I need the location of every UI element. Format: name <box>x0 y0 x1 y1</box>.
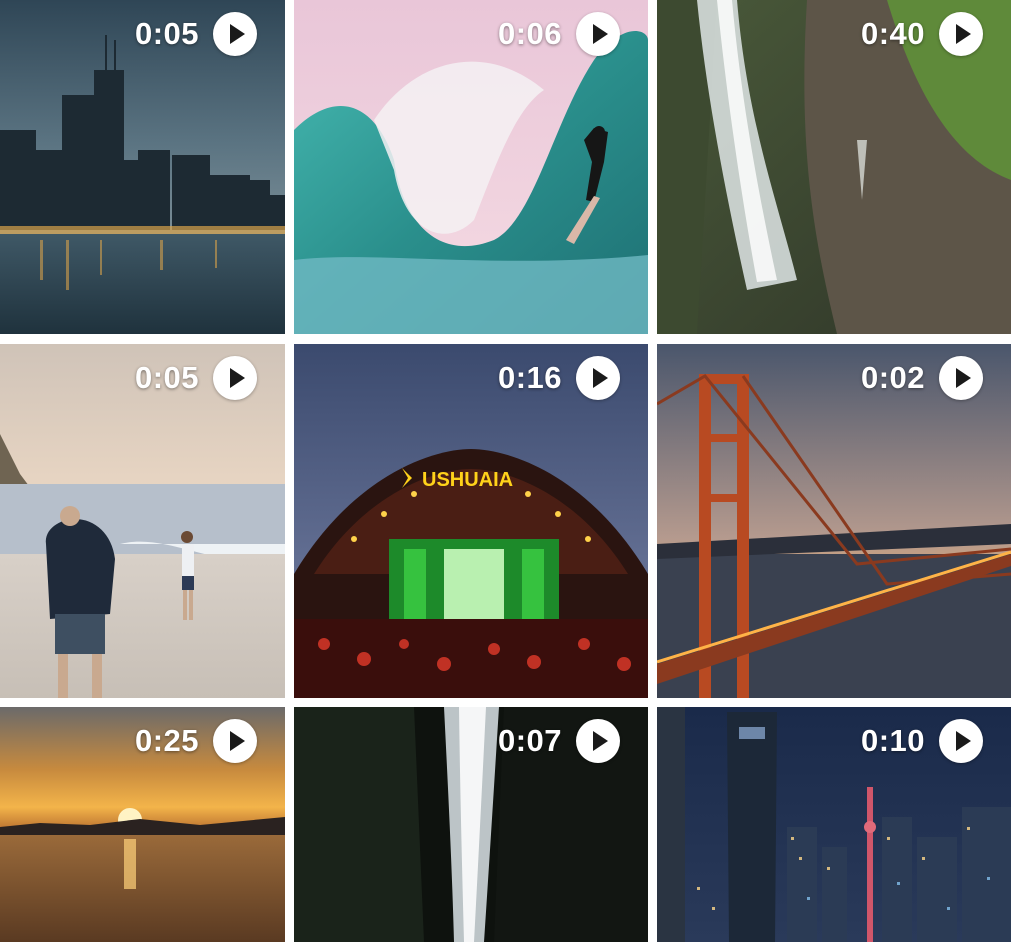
play-icon[interactable] <box>939 719 983 763</box>
video-thumbnail-4[interactable]: 0:05 <box>0 344 285 698</box>
play-icon[interactable] <box>939 356 983 400</box>
stage-sign: USHUAIA <box>422 469 513 491</box>
play-icon[interactable] <box>576 356 620 400</box>
video-overlay: 0:16 <box>498 356 620 400</box>
play-icon[interactable] <box>939 12 983 56</box>
video-duration: 0:06 <box>497 16 562 51</box>
video-thumbnail-6[interactable]: 0:02 <box>657 344 1011 698</box>
video-duration: 0:05 <box>134 360 199 395</box>
video-duration: 0:16 <box>497 360 562 395</box>
video-duration: 0:05 <box>134 16 199 51</box>
video-overlay: 0:06 <box>498 12 620 56</box>
video-duration: 0:25 <box>134 723 199 758</box>
video-thumbnail-8[interactable]: 0:07 <box>294 707 648 942</box>
video-thumbnail-3[interactable]: 0:40 <box>657 0 1011 334</box>
video-duration: 0:40 <box>860 16 925 51</box>
video-thumbnail-7[interactable]: 0:25 <box>0 707 285 942</box>
video-thumbnail-5[interactable]: USHUAIA 0:16 <box>294 344 648 698</box>
video-duration: 0:07 <box>497 723 562 758</box>
video-overlay: 0:07 <box>498 719 620 763</box>
video-overlay: 0:05 <box>135 356 257 400</box>
video-overlay: 0:02 <box>861 356 983 400</box>
video-overlay: 0:10 <box>861 719 983 763</box>
video-thumbnail-9[interactable]: 0:10 <box>657 707 1011 942</box>
play-icon[interactable] <box>213 12 257 56</box>
video-overlay: 0:25 <box>135 719 257 763</box>
play-icon[interactable] <box>213 356 257 400</box>
video-grid: 0:05 0:06 0:40 0:05 USHUAIA 0:16 0:02 0:… <box>0 0 1011 942</box>
video-thumbnail-2[interactable]: 0:06 <box>294 0 648 334</box>
video-thumbnail-1[interactable]: 0:05 <box>0 0 285 334</box>
video-overlay: 0:40 <box>861 12 983 56</box>
play-icon[interactable] <box>576 12 620 56</box>
play-icon[interactable] <box>213 719 257 763</box>
video-overlay: 0:05 <box>135 12 257 56</box>
video-duration: 0:10 <box>860 723 925 758</box>
video-duration: 0:02 <box>860 360 925 395</box>
play-icon[interactable] <box>576 719 620 763</box>
